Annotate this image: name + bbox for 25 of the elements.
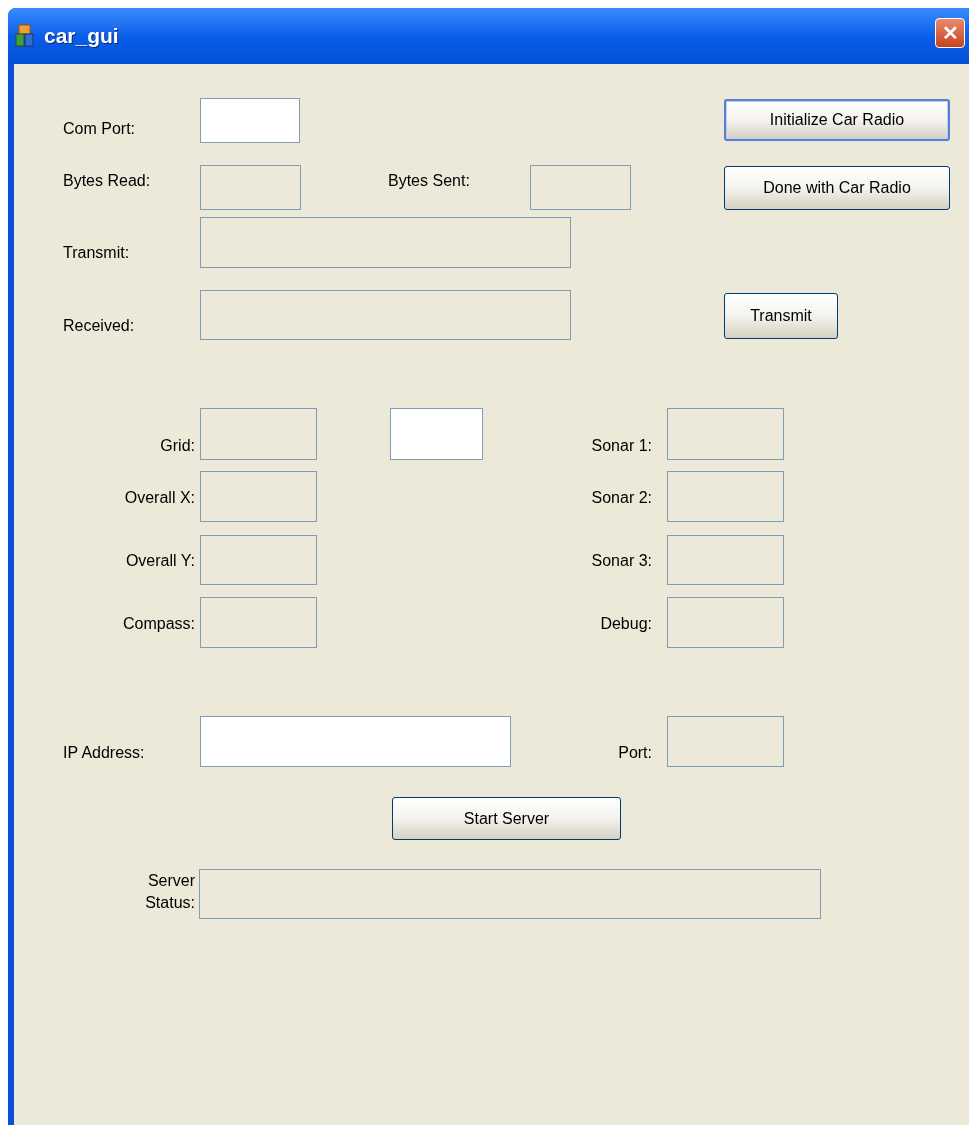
field-label: Received: [63,316,136,336]
input-field[interactable] [390,408,483,460]
field-label: Overall Y: [124,551,195,571]
field-label: Server Status: [144,871,195,913]
field-label: Grid: [159,436,195,456]
push-button[interactable]: Transmit [724,293,838,339]
field-label: Debug: [599,614,652,634]
field-label: Compass: [121,614,195,634]
field-label: Transmit: [63,243,131,263]
field-label: Port: [617,743,652,763]
window-title: car_gui [44,23,119,50]
field-label: Com Port: [63,119,136,139]
field-label: Sonar 3: [590,551,652,571]
field-label: Bytes Read: [63,171,152,191]
push-button[interactable]: Initialize Car Radio [724,99,950,141]
field-label: Sonar 1: [590,436,652,456]
input-field[interactable] [200,716,511,767]
field-label: IP Address: [63,743,146,763]
field-label: Sonar 2: [590,488,652,508]
push-button[interactable]: Done with Car Radio [724,166,950,210]
field-label: Overall X: [123,488,195,508]
field-label: Bytes Sent: [388,171,471,191]
input-field[interactable] [200,98,300,143]
push-button[interactable]: Start Server [392,797,621,840]
app-icon [14,24,36,48]
